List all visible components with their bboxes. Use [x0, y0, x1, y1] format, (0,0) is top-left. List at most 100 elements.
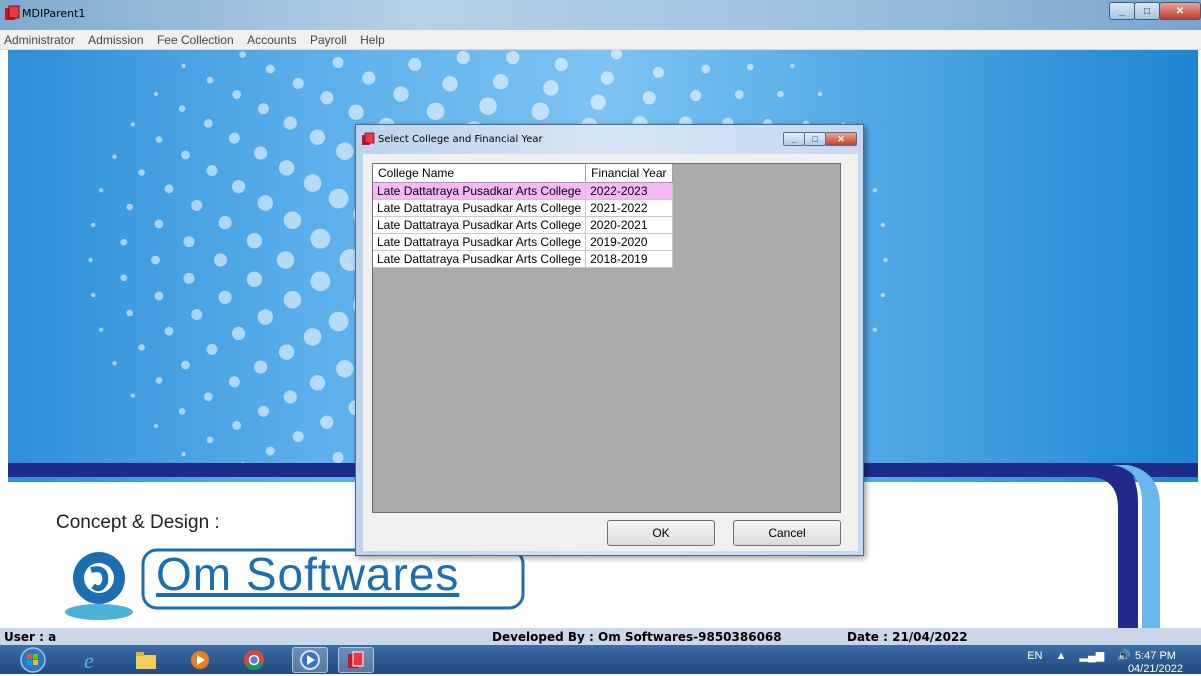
- decor-dot: [99, 188, 104, 193]
- decor-dot: [493, 74, 509, 90]
- clock-date: 04/21/2022: [1127, 663, 1183, 675]
- windows-start-icon: [20, 647, 46, 673]
- decor-dot: [181, 63, 186, 68]
- taskbar-explorer[interactable]: [128, 647, 164, 673]
- dialog-app-icon: [362, 132, 375, 145]
- decor-dot: [310, 271, 331, 292]
- network-signal-icon[interactable]: ▂▄▆: [1080, 650, 1105, 662]
- decor-dot: [348, 104, 364, 120]
- status-developer: Developed By : Om Softwares-9850386068: [492, 630, 782, 644]
- decor-dot: [178, 105, 186, 112]
- decor-dot: [151, 255, 160, 265]
- decor-dot: [154, 219, 164, 229]
- decor-dot: [872, 188, 877, 193]
- internet-explorer-icon: e: [84, 649, 94, 671]
- decor-dot: [531, 102, 550, 121]
- decor-dot: [181, 360, 190, 370]
- decor-dot: [393, 86, 409, 102]
- decor-dot: [206, 76, 214, 84]
- decor-dot: [232, 180, 246, 194]
- tray-up-arrow-icon[interactable]: ▲: [1056, 650, 1067, 662]
- cell-college-name: Late Dattatraya Pusadkar Arts College: [373, 250, 587, 268]
- decor-dot: [164, 184, 174, 194]
- grid-row[interactable]: Late Dattatraya Pusadkar Arts College 20…: [373, 199, 673, 217]
- ok-button[interactable]: OK: [607, 520, 715, 546]
- decor-dot: [178, 408, 186, 415]
- college-app-icon: [348, 651, 364, 668]
- dialog-close-button[interactable]: ✕: [825, 132, 857, 146]
- decor-dot: [130, 393, 135, 398]
- cell-financial-year: 2020-2021: [585, 216, 673, 234]
- dialog-window-controls: _ □ ✕: [783, 132, 857, 146]
- app-icon: [5, 5, 20, 20]
- decor-dot: [203, 392, 213, 401]
- dialog-maximize-button[interactable]: □: [804, 132, 826, 146]
- decor-dot: [164, 326, 174, 336]
- decor-dot: [138, 344, 145, 351]
- menu-administrator[interactable]: Administrator: [0, 30, 80, 47]
- decor-dot: [126, 203, 133, 211]
- dialog-minimize-button[interactable]: _: [783, 132, 805, 146]
- college-year-table: College Name Financial Year Late Dattatr…: [373, 164, 673, 268]
- window-title-bar[interactable]: MDIParent1 _ □ ✕: [0, 0, 1201, 30]
- decor-dot: [257, 103, 269, 115]
- grid-row[interactable]: Late Dattatraya Pusadkar Arts College 20…: [373, 233, 673, 251]
- column-financial-year[interactable]: Financial Year: [585, 164, 673, 183]
- language-indicator[interactable]: EN: [1027, 650, 1042, 662]
- decor-dot: [320, 91, 334, 105]
- decor-dot: [283, 116, 297, 130]
- svg-text:e: e: [84, 649, 94, 671]
- decor-dot: [228, 132, 240, 144]
- menu-accounts[interactable]: Accounts: [243, 30, 301, 47]
- decor-dot: [228, 376, 240, 388]
- decor-dot: [120, 238, 127, 246]
- taskbar-media[interactable]: [182, 647, 218, 673]
- status-user: User : a: [4, 630, 57, 644]
- decor-dot: [328, 188, 349, 209]
- taskbar-clock[interactable]: 5:47 PM 04/21/2022: [1128, 650, 1183, 676]
- concept-design-label: Concept & Design :: [56, 512, 220, 533]
- maximize-button[interactable]: □: [1134, 2, 1160, 20]
- grid-row[interactable]: Late Dattatraya Pusadkar Arts College 20…: [373, 182, 673, 200]
- decor-dot: [206, 343, 218, 355]
- decor-dot: [292, 77, 304, 89]
- decor-dot: [309, 375, 326, 391]
- status-bar: User : a Developed By : Om Softwares-985…: [0, 628, 1201, 645]
- decor-dot: [880, 292, 885, 298]
- close-button[interactable]: ✕: [1159, 2, 1201, 20]
- menu-fee-collection[interactable]: Fee Collection: [153, 30, 239, 47]
- decor-dot: [479, 97, 497, 115]
- decor-dot: [232, 326, 246, 340]
- minimize-button[interactable]: _: [1109, 2, 1135, 20]
- taskbar-chrome[interactable]: [236, 647, 272, 673]
- decor-dot: [257, 309, 273, 325]
- decor-dot: [153, 91, 159, 97]
- start-button[interactable]: [14, 647, 52, 673]
- decor-dot: [239, 51, 246, 58]
- status-date: Date : 21/04/2022: [847, 630, 968, 644]
- decor-dot: [336, 360, 354, 378]
- menu-help[interactable]: Help: [356, 30, 390, 47]
- decor-dot: [91, 222, 96, 228]
- taskbar-remote[interactable]: [292, 647, 328, 673]
- college-year-grid[interactable]: College Name Financial Year Late Dattatr…: [372, 163, 841, 513]
- grid-row[interactable]: Late Dattatraya Pusadkar Arts College 20…: [373, 216, 673, 234]
- decor-dot: [246, 271, 263, 287]
- menu-admission[interactable]: Admission: [84, 30, 148, 47]
- taskbar-app[interactable]: [338, 647, 374, 673]
- menu-payroll[interactable]: Payroll: [306, 30, 352, 47]
- cancel-button[interactable]: Cancel: [733, 520, 841, 546]
- decor-dot: [590, 94, 606, 110]
- decor-dot: [600, 71, 614, 85]
- decor-dot: [734, 90, 744, 99]
- decor-dot: [218, 216, 232, 230]
- taskbar-ie[interactable]: e: [74, 647, 110, 673]
- grid-row[interactable]: Late Dattatraya Pusadkar Arts College 20…: [373, 250, 673, 268]
- decor-dot: [191, 309, 203, 321]
- decor-dot: [309, 129, 326, 145]
- column-college-name[interactable]: College Name: [373, 164, 587, 183]
- decor-dot: [336, 142, 354, 160]
- decor-dot: [790, 63, 795, 68]
- decor-dot: [99, 327, 104, 332]
- cell-financial-year: 2019-2020: [585, 233, 673, 251]
